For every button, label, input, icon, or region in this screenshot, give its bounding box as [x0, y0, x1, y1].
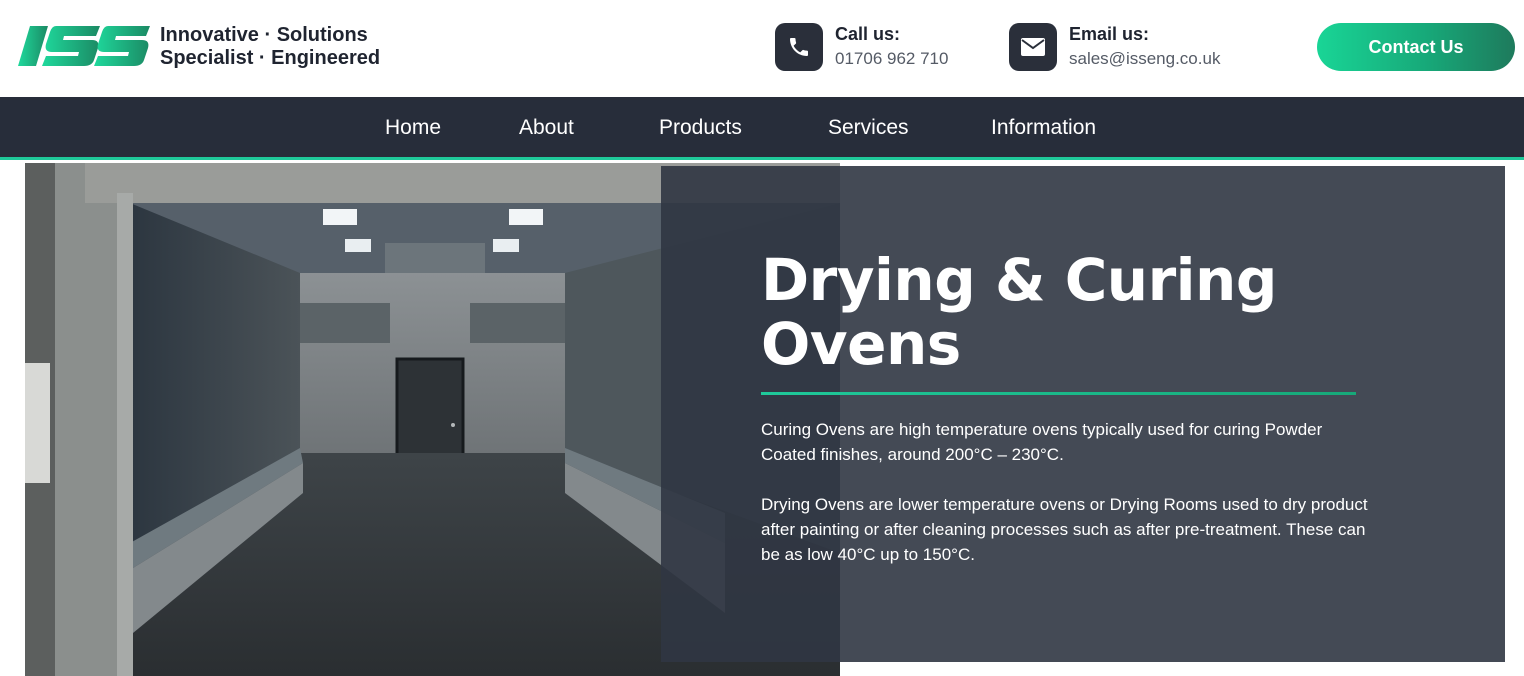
envelope-icon [1009, 23, 1057, 71]
page-title: Drying & Curing Ovens [761, 248, 1401, 376]
drying-ovens-description: Drying Ovens are lower temperature ovens… [761, 495, 1368, 564]
phone-contact[interactable]: Call us: 01706 962 710 [775, 23, 975, 73]
nav-item-home[interactable]: Home [385, 116, 441, 140]
page-title-line-2: Ovens [761, 310, 961, 378]
nav-item-services[interactable]: Services [828, 116, 909, 140]
logo-line-2: Specialist · Engineered [160, 47, 381, 69]
title-divider [761, 392, 1356, 395]
curing-ovens-description: Curing Ovens are high temperature ovens … [761, 420, 1323, 464]
contact-us-button[interactable]: Contact Us [1317, 23, 1515, 71]
logo-mark-icon [18, 26, 150, 66]
page-title-line-1: Drying & Curing [761, 246, 1277, 314]
hero-text-panel [661, 166, 1505, 662]
phone-title: Call us: [835, 24, 901, 44]
nav-item-information[interactable]: Information [991, 116, 1096, 140]
main-nav: Home About Products Services Information [0, 97, 1524, 160]
logo-tagline: Innovative · Solutions Specialist · Engi… [160, 24, 380, 70]
logo-line-1: Innovative · Solutions [160, 24, 368, 46]
phone-number[interactable]: 01706 962 710 [835, 49, 948, 69]
email-title: Email us: [1069, 24, 1150, 44]
email-contact[interactable]: Email us: sales@isseng.co.uk [1009, 23, 1249, 73]
site-logo[interactable]: Innovative · Solutions Specialist · Engi… [16, 22, 406, 72]
email-address[interactable]: sales@isseng.co.uk [1069, 49, 1220, 69]
nav-item-products[interactable]: Products [659, 116, 742, 140]
phone-icon [775, 23, 823, 71]
site-header: Innovative · Solutions Specialist · Engi… [0, 0, 1524, 97]
nav-item-about[interactable]: About [519, 116, 574, 140]
